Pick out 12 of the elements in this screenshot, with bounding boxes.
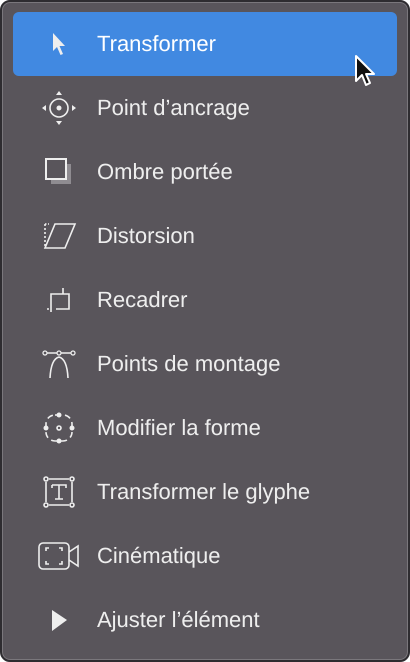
menu-item[interactable]: Distorsion [13, 204, 397, 268]
menu-item[interactable]: Transformer le glyphe [13, 460, 397, 524]
menu-item[interactable]: Ajuster l’élément [13, 588, 397, 652]
pointer-triangle-icon [52, 610, 66, 630]
menu-item[interactable]: Recadrer [13, 268, 397, 332]
menu-item[interactable]: Ombre portée [13, 140, 397, 204]
menu-item[interactable]: Point d’ancrage [13, 76, 397, 140]
arrow-icon [52, 32, 66, 56]
menu-item[interactable]: Cinématique [13, 524, 397, 588]
video-camera-icon [36, 539, 82, 573]
menu-item[interactable]: Modifier la forme [13, 396, 397, 460]
menu-item[interactable]: Points de montage [13, 332, 397, 396]
